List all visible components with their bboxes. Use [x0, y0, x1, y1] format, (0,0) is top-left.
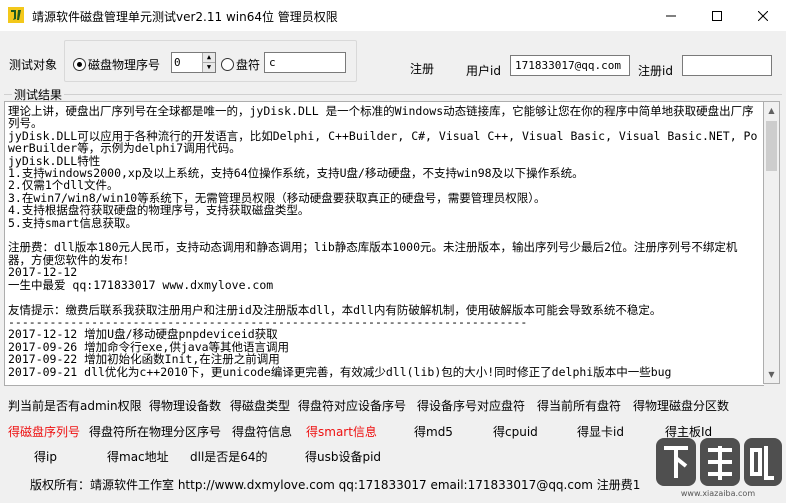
maximize-icon [712, 10, 722, 21]
result-scrollbar[interactable]: ▲ ▼ [763, 101, 780, 384]
window-title: 靖源软件磁盘管理单元测试ver2.11 win64位 管理员权限 [32, 10, 338, 24]
footer-copyright: 版权所有：靖源软件工作室 http://www.dxmylove.com qq:… [30, 478, 641, 492]
radio-drive-letter[interactable] [221, 58, 234, 71]
drive-letter-input[interactable]: c [264, 52, 346, 73]
watermark-logo: www.xiazaiba.com [650, 432, 786, 500]
scroll-up-icon[interactable]: ▲ [764, 102, 779, 119]
physical-index-value: 0 [174, 56, 181, 69]
link-drive-to-device-index[interactable]: 得盘符对应设备序号 [298, 397, 406, 414]
link-drive-partition-index[interactable]: 得盘符所在物理分区序号 [89, 423, 221, 440]
result-textarea[interactable]: 理论上讲，硬盘出厂序列号在全球都是唯一的，jyDisk.DLL 是一个标准的Wi… [4, 101, 764, 386]
close-button[interactable] [740, 0, 786, 31]
register-id-label: 注册id [638, 64, 673, 78]
link-gpu-id[interactable]: 得显卡id [577, 423, 624, 440]
link-ip[interactable]: 得ip [34, 448, 57, 465]
test-object-label: 测试对象 [9, 58, 58, 72]
minimize-icon [666, 15, 676, 16]
stepper-down-icon[interactable]: ▼ [202, 63, 215, 72]
radio-drive-letter-label[interactable]: 盘符 [236, 56, 260, 73]
link-usb-pid[interactable]: 得usb设备pid [305, 448, 381, 465]
link-device-index-to-drive[interactable]: 得设备序号对应盘符 [417, 397, 525, 414]
minimize-button[interactable] [648, 0, 694, 31]
link-cpuid[interactable]: 得cpuid [493, 423, 538, 440]
link-physical-device-count[interactable]: 得物理设备数 [149, 397, 221, 414]
physical-index-stepper[interactable]: 0 ▲ ▼ [171, 52, 216, 73]
radio-physical-index-label[interactable]: 磁盘物理序号 [88, 56, 160, 73]
stepper-up-icon[interactable]: ▲ [202, 53, 215, 63]
scroll-thumb[interactable] [766, 121, 777, 171]
register-id-input[interactable] [682, 55, 772, 76]
link-check-admin[interactable]: 判当前是否有admin权限 [8, 397, 142, 414]
link-md5[interactable]: 得md5 [414, 423, 453, 440]
user-id-label: 用户id [466, 64, 501, 78]
title-bar: 靖源软件磁盘管理单元测试ver2.11 win64位 管理员权限 [0, 0, 786, 31]
link-dll-64bit[interactable]: dll是否是64的 [190, 448, 268, 465]
app-icon [8, 7, 24, 23]
link-partition-count[interactable]: 得物理磁盘分区数 [633, 397, 729, 414]
link-all-drives[interactable]: 得当前所有盘符 [537, 397, 621, 414]
link-disk-type[interactable]: 得磁盘类型 [230, 397, 290, 414]
link-disk-serial[interactable]: 得磁盘序列号 [8, 423, 80, 440]
link-smart-info[interactable]: 得smart信息 [306, 423, 377, 440]
result-text: 理论上讲，硬盘出厂序列号在全球都是唯一的，jyDisk.DLL 是一个标准的Wi… [8, 104, 758, 379]
radio-physical-index[interactable] [73, 58, 86, 71]
link-mac[interactable]: 得mac地址 [107, 448, 169, 465]
scroll-down-icon[interactable]: ▼ [764, 366, 779, 383]
user-id-input[interactable]: 171833017@qq.com [510, 55, 630, 76]
maximize-button[interactable] [694, 0, 740, 31]
register-label[interactable]: 注册 [410, 60, 434, 77]
svg-text:www.xiazaiba.com: www.xiazaiba.com [681, 489, 755, 498]
close-icon [758, 10, 768, 21]
link-drive-info[interactable]: 得盘符信息 [232, 423, 292, 440]
